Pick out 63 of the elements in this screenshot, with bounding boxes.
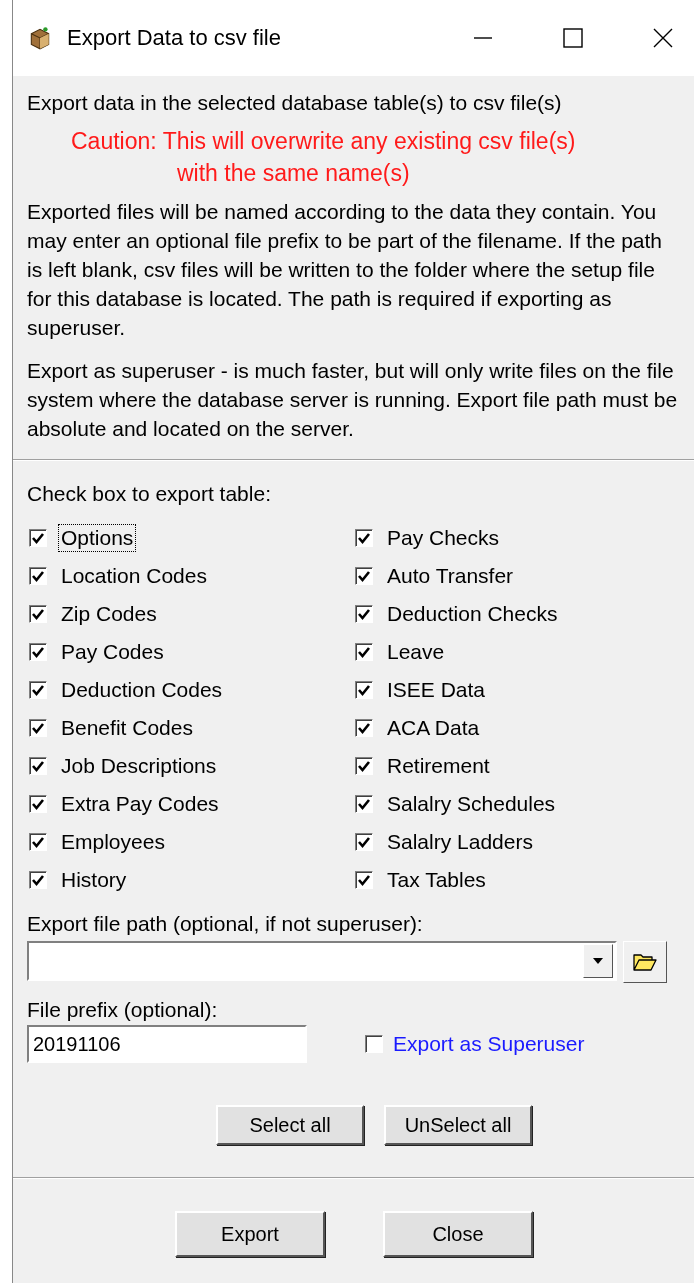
checkbox-label[interactable]: History (58, 866, 130, 894)
checkbox-label[interactable]: Options (58, 524, 137, 552)
checkbox[interactable] (29, 833, 47, 851)
checkbox[interactable] (29, 871, 47, 889)
folder-icon (633, 953, 657, 971)
description-text: Exported files will be named according to the data they contain. You may enter an optional file prefix to be part of the filename. If the path is left blank, csv files will be written to the folder where the setup file for this database is located. The path is required if exporting as superuser. (27, 199, 664, 341)
checkbox-label[interactable]: Benefit Codes (58, 714, 196, 742)
description-text: Export as superuser - is much faster, but will only write files on the file system where the database server is running. Export file path must be absolute and located on the server. (27, 358, 679, 442)
checkbox-label[interactable]: Retirement (384, 752, 493, 780)
checkbox-label[interactable]: Employees (58, 828, 168, 856)
checkbox-label[interactable]: ACA Data (384, 714, 483, 742)
intro-text: Export data in the selected database table(s) to csv file(s) (27, 90, 563, 116)
maximize-icon[interactable] (563, 28, 583, 48)
checkbox-label[interactable]: Salalry Ladders (384, 828, 536, 856)
checkbox-label[interactable]: Auto Transfer (384, 562, 517, 590)
checkbox-label[interactable]: Deduction Checks (384, 600, 561, 628)
checkbox[interactable] (355, 795, 373, 813)
checkbox[interactable] (29, 795, 47, 813)
tables-label: Check box to export table: (27, 481, 272, 507)
checkbox[interactable] (355, 567, 373, 585)
select-button[interactable]: Select all (216, 1105, 364, 1145)
select-button[interactable]: UnSelect all (384, 1105, 532, 1145)
path-combobox[interactable] (27, 941, 617, 981)
checkbox-label[interactable]: Extra Pay Codes (58, 790, 222, 818)
checkbox[interactable] (355, 605, 373, 623)
checkbox[interactable] (29, 757, 47, 775)
checkbox[interactable] (355, 757, 373, 775)
checkbox[interactable] (29, 567, 47, 585)
checkbox-label[interactable]: Deduction Codes (58, 676, 226, 704)
checkbox-label[interactable]: ISEE Data (384, 676, 489, 704)
caution-text: with the same name(s) (176, 159, 411, 188)
checkbox-label[interactable]: Pay Codes (58, 638, 167, 666)
prefix-label: File prefix (optional): (27, 997, 219, 1023)
checkbox-label[interactable]: Leave (384, 638, 448, 666)
caution-text: Caution: This will overwrite any existing csv file(s) (71, 127, 577, 156)
prefix-field[interactable]: 20191106 (27, 1025, 307, 1063)
close-icon[interactable] (653, 28, 673, 48)
checkbox-label[interactable]: Location Codes (58, 562, 210, 590)
checkbox[interactable] (29, 719, 47, 737)
checkbox[interactable] (29, 529, 47, 547)
checkbox[interactable] (355, 529, 373, 547)
superuser-label[interactable]: Export as Superuser (393, 1032, 585, 1056)
checkbox[interactable] (355, 833, 373, 851)
dropdown-button[interactable] (583, 944, 613, 978)
caret-icon (592, 957, 604, 965)
dialog-button[interactable]: Export (175, 1211, 325, 1257)
checkbox-label[interactable]: Job Descriptions (58, 752, 220, 780)
checkbox[interactable] (29, 643, 47, 661)
checkbox[interactable] (355, 871, 373, 889)
dialog-button[interactable]: Close (383, 1211, 533, 1257)
checkbox[interactable] (355, 643, 373, 661)
checkbox[interactable] (29, 681, 47, 699)
browse-button[interactable] (623, 941, 667, 983)
checkbox-label[interactable]: Pay Checks (384, 524, 503, 552)
checkbox[interactable] (365, 1035, 383, 1053)
checkbox-label[interactable]: Salalry Schedules (384, 790, 559, 818)
checkbox[interactable] (355, 719, 373, 737)
path-label: Export file path (optional, if not superuser): (27, 911, 424, 937)
checkbox[interactable] (355, 681, 373, 699)
checkbox-label[interactable]: Tax Tables (384, 866, 489, 894)
checkbox-label[interactable]: Zip Codes (58, 600, 160, 628)
window-title: Export Data to csv file (67, 25, 281, 51)
checkbox[interactable] (29, 605, 47, 623)
